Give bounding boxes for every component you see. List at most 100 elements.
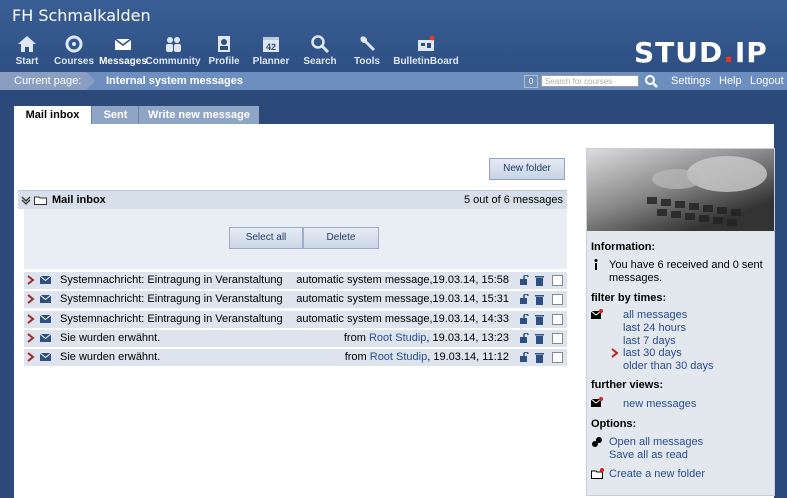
bulletinboard-icon <box>418 35 435 51</box>
home-icon <box>18 36 36 52</box>
breadcrumb-bar: Current page: Internal system messages 0… <box>0 72 787 90</box>
nav-tools-label: Tools <box>354 56 380 67</box>
search-icon[interactable] <box>644 74 658 88</box>
message-row[interactable]: Systemnachricht: Eintragung in Veranstal… <box>24 311 567 329</box>
select-all-button[interactable]: Select all <box>229 227 303 249</box>
filter-last-30-days[interactable]: last 30 days <box>623 347 682 359</box>
filter-last-24-hours[interactable]: last 24 hours <box>623 322 686 334</box>
expand-arrow-icon[interactable] <box>26 333 36 343</box>
information-heading: Information: <box>591 241 656 253</box>
message-checkbox[interactable] <box>552 275 563 286</box>
settings-link[interactable]: Settings <box>671 72 711 90</box>
message-from-prefix: from <box>343 332 369 344</box>
unlock-icon[interactable] <box>519 294 529 304</box>
message-checkbox[interactable] <box>552 314 563 325</box>
unlock-icon[interactable] <box>519 275 529 285</box>
message-row[interactable]: Sie wurden erwähnt. from Root Studip, 19… <box>24 349 567 367</box>
message-date: automatic system message,19.03.14, 14:33 <box>296 313 509 325</box>
trash-icon[interactable] <box>535 275 544 286</box>
message-author[interactable]: Root Studip <box>370 351 427 363</box>
message-author[interactable]: Root Studip <box>369 332 426 344</box>
add-folder-icon <box>591 468 604 479</box>
calendar-day-number: 42 <box>266 42 276 52</box>
breadcrumb-arrow <box>86 72 95 90</box>
help-link[interactable]: Help <box>719 72 742 90</box>
search-icon <box>311 35 330 54</box>
envelope-icon <box>40 276 51 284</box>
message-subject[interactable]: Sie wurden erwähnt. <box>60 330 160 347</box>
tab-write-message[interactable]: Write new message <box>138 106 259 124</box>
inbox-actions: Select all Delete <box>24 209 567 269</box>
message-date: , 19.03.14, 11:12 <box>427 351 509 363</box>
course-search-input[interactable]: Search for courses <box>541 75 639 87</box>
current-page-title: Internal system messages <box>106 75 243 87</box>
delete-button[interactable]: Delete <box>303 227 379 249</box>
filter-older-than-30-days[interactable]: older than 30 days <box>623 360 714 372</box>
message-subject[interactable]: Sie wurden erwähnt. <box>60 349 160 366</box>
message-subject[interactable]: Systemnachricht: Eintragung in Veranstal… <box>60 291 283 308</box>
community-icon <box>166 37 181 52</box>
options-heading: Options: <box>591 418 637 430</box>
save-all-as-read-link[interactable]: Save all as read <box>609 449 688 461</box>
expand-arrow-icon[interactable] <box>26 275 36 285</box>
message-row[interactable]: Sie wurden erwähnt. from Root Studip, 19… <box>24 330 567 348</box>
studip-logo[interactable]: STUD.IP <box>634 36 768 69</box>
logout-link[interactable]: Logout <box>750 72 784 90</box>
tab-mail-inbox[interactable]: Mail inbox <box>14 106 91 124</box>
expand-arrow-icon[interactable] <box>26 352 36 362</box>
information-text: You have 6 received and 0 sent messages. <box>609 259 763 284</box>
unlock-icon[interactable] <box>519 314 529 324</box>
message-meta: automatic system message,19.03.14, 14:33 <box>296 311 509 328</box>
message-checkbox[interactable] <box>552 333 563 344</box>
message-from-prefix: from <box>344 351 370 363</box>
nav-start-label: Start <box>15 56 39 67</box>
unlock-icon[interactable] <box>519 333 529 343</box>
message-date: , 19.03.14, 13:23 <box>426 332 509 344</box>
create-folder-link[interactable]: Create a new folder <box>609 468 705 480</box>
envelope-icon <box>114 38 132 50</box>
wrench-icon <box>360 36 375 51</box>
message-meta: from Root Studip, 19.03.14, 13:23 <box>344 330 509 347</box>
new-messages-link[interactable]: new messages <box>623 398 696 410</box>
expand-arrow-icon[interactable] <box>26 314 36 324</box>
logo-text-end: IP <box>734 36 768 69</box>
filter-last-7-days[interactable]: last 7 days <box>623 335 676 347</box>
collapse-icon[interactable] <box>21 195 31 205</box>
nav-messages-label: Messages <box>99 56 147 67</box>
envelope-icon <box>40 334 51 342</box>
info-icon <box>594 259 598 270</box>
trash-icon[interactable] <box>535 333 544 344</box>
message-subject[interactable]: Systemnachricht: Eintragung in Veranstal… <box>60 272 283 289</box>
open-all-messages-link[interactable]: Open all messages <box>609 436 703 448</box>
sidebar: Information: You have 6 received and 0 s… <box>586 148 775 496</box>
message-checkbox[interactable] <box>552 294 563 305</box>
keyboard-illustration <box>647 156 767 226</box>
new-folder-button[interactable]: New folder <box>489 158 565 180</box>
message-row[interactable]: Systemnachricht: Eintragung in Veranstal… <box>24 272 567 290</box>
new-mail-icon <box>591 397 603 407</box>
message-subject[interactable]: Systemnachricht: Eintragung in Veranstal… <box>60 311 283 328</box>
nav-community-label: Community <box>145 56 201 67</box>
trash-icon[interactable] <box>535 314 544 325</box>
trash-icon[interactable] <box>535 294 544 305</box>
profile-icon <box>218 36 230 52</box>
message-meta: automatic system message,19.03.14, 15:58 <box>296 272 509 289</box>
further-views-heading: further views: <box>591 379 664 391</box>
nav-bulletinboard-label: BulletinBoard <box>393 56 459 67</box>
message-checkbox[interactable] <box>552 352 563 363</box>
filter-heading: filter by times: <box>591 292 667 304</box>
trash-icon[interactable] <box>535 352 544 363</box>
nav-bulletinboard[interactable]: BulletinBoard <box>392 34 460 67</box>
nav-tools[interactable]: Tools <box>337 34 397 67</box>
message-date: automatic system message,19.03.14, 15:58 <box>296 274 509 286</box>
filter-all-messages[interactable]: all messages <box>623 309 687 321</box>
expand-arrow-icon[interactable] <box>26 294 36 304</box>
inbox-header: Mail inbox 5 out of 6 messages <box>18 190 567 209</box>
envelope-icon <box>40 315 51 323</box>
search-counter: 0 <box>524 75 538 88</box>
unlock-icon[interactable] <box>519 352 529 362</box>
tab-sent[interactable]: Sent <box>91 106 139 124</box>
message-row[interactable]: Systemnachricht: Eintragung in Veranstal… <box>24 291 567 309</box>
top-bar: FH Schmalkalden Start Courses Messages C… <box>0 0 787 72</box>
gear-icon <box>592 437 602 447</box>
